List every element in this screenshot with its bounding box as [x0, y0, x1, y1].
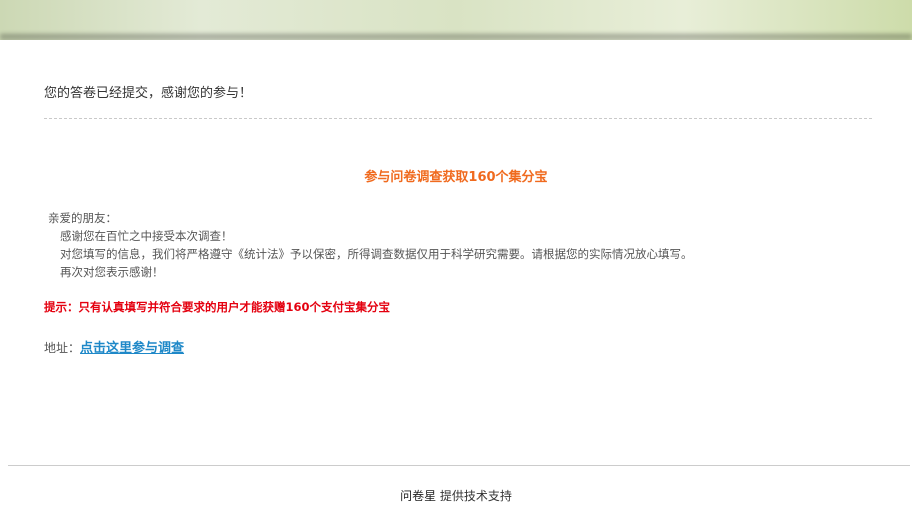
promo-title: 参与问卷调查获取160个集分宝 [364, 170, 548, 185]
letter-line-privacy: 对您填写的信息，我们将严格遵守《统计法》予以保密，所得调查数据仅用于科学研究需要… [60, 247, 693, 261]
letter-block: 亲爱的朋友： 感谢您在百忙之中接受本次调查！ 对您填写的信息，我们将严格遵守《统… [48, 209, 693, 281]
footer-divider [8, 465, 910, 466]
survey-link[interactable]: 点击这里参与调查 [80, 341, 184, 356]
submission-confirmation-message: 您的答卷已经提交，感谢您的参与！ [44, 86, 253, 101]
address-row: 地址：点击这里参与调查 [44, 337, 184, 356]
footer-brand: 问卷星 [400, 489, 437, 503]
footer-support-text: 提供技术支持 [439, 489, 512, 503]
letter-line-thanks-again: 再次对您表示感谢！ [60, 265, 164, 279]
letter-line-thanks: 感谢您在百忙之中接受本次调查！ [60, 229, 233, 243]
address-label: 地址： [44, 341, 81, 355]
footer: 问卷星 提供技术支持 [0, 487, 912, 504]
dashed-divider [44, 118, 872, 119]
reward-tip: 提示：只有认真填写并符合要求的用户才能获赠160个支付宝集分宝 [44, 300, 391, 314]
letter-greeting: 亲爱的朋友： [48, 211, 117, 225]
